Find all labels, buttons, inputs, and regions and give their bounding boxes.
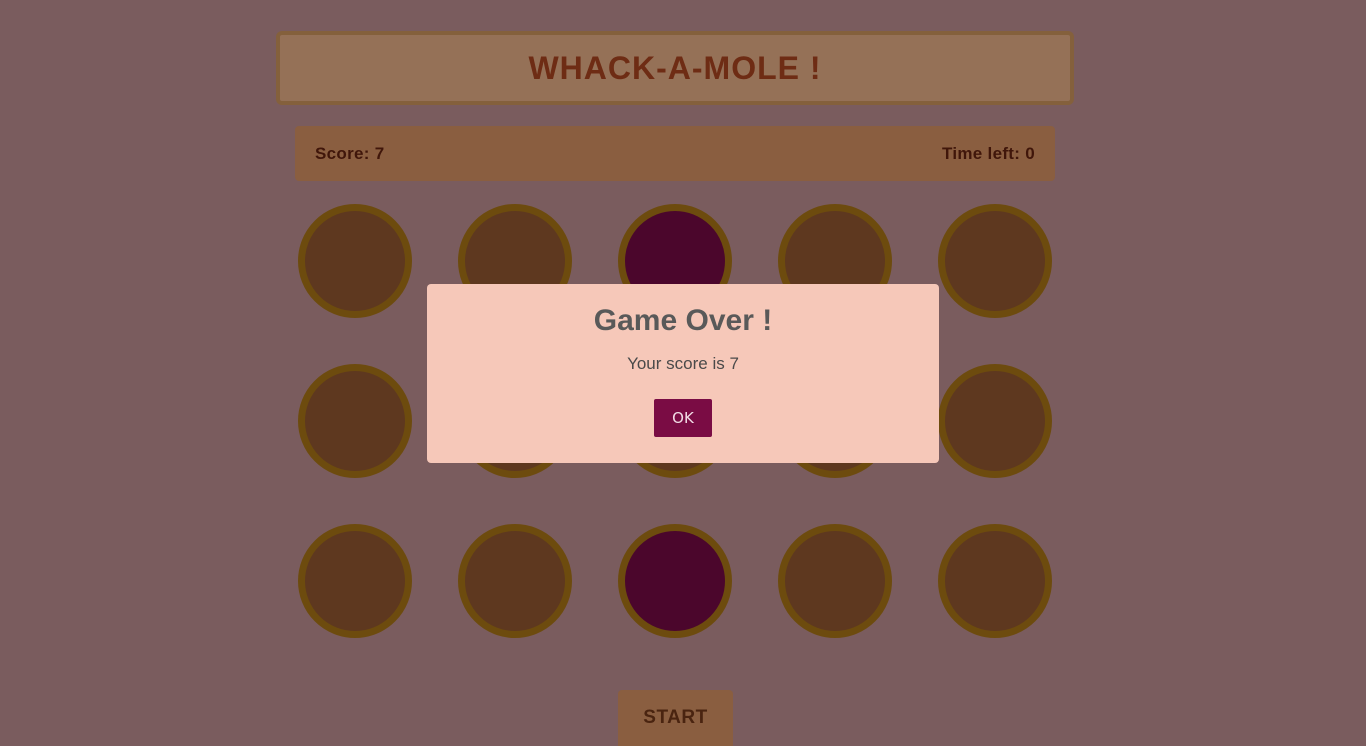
mole-hole[interactable]: [938, 524, 1052, 638]
ok-button[interactable]: OK: [654, 399, 712, 437]
score-label: Score: 7: [315, 143, 385, 163]
start-button[interactable]: START: [618, 690, 733, 746]
game-over-dialog: Game Over ! Your score is 7 OK: [427, 284, 939, 463]
score-bar: Score: 7 Time left: 0: [295, 126, 1055, 181]
mole-hole[interactable]: [298, 524, 412, 638]
mole-hole[interactable]: [938, 364, 1052, 478]
dialog-title: Game Over !: [593, 304, 773, 337]
mole-hole-active[interactable]: [618, 524, 732, 638]
mole-hole[interactable]: [778, 524, 892, 638]
mole-hole[interactable]: [938, 204, 1052, 318]
time-left-label: Time left: 0: [941, 143, 1035, 163]
dialog-message: Your score is 7: [627, 354, 739, 373]
title-banner: WHACK-A-MOLE !: [276, 31, 1074, 105]
mole-hole[interactable]: [298, 204, 412, 318]
mole-hole[interactable]: [298, 364, 412, 478]
game-title: WHACK-A-MOLE !: [528, 49, 822, 86]
mole-hole[interactable]: [458, 524, 572, 638]
